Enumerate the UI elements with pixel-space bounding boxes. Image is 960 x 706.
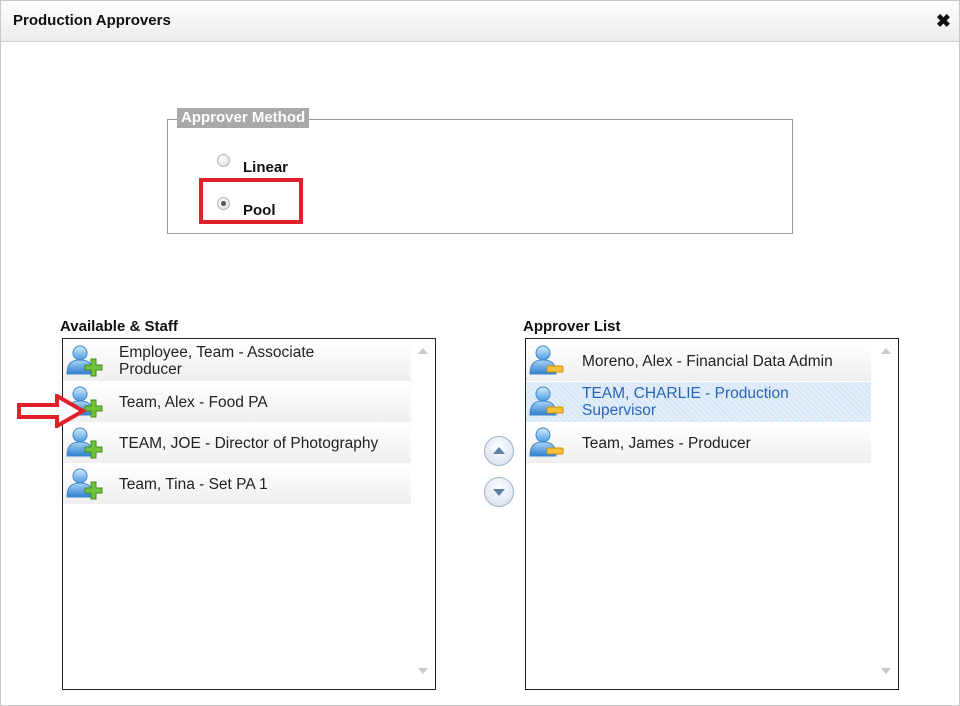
arrow-up-icon	[493, 447, 505, 454]
radio-linear[interactable]	[217, 154, 230, 167]
scroll-down-arrow[interactable]	[418, 668, 428, 674]
approver-list[interactable]: Moreno, Alex - Financial Data Admin TEAM…	[525, 338, 899, 690]
remove-user-icon	[526, 382, 564, 422]
pool-highlight-box	[199, 178, 303, 224]
scroll-up-arrow[interactable]	[418, 348, 428, 354]
available-staff-list[interactable]: Employee, Team - Associate Producer Team,…	[62, 338, 436, 690]
list-item[interactable]: Team, Alex - Food PA	[63, 382, 411, 422]
remove-user-icon	[526, 423, 564, 463]
list-item-label: Employee, Team - Associate Producer	[119, 344, 315, 378]
radio-option-linear[interactable]: Linear	[217, 145, 288, 176]
list-item[interactable]: Employee, Team - Associate Producer	[63, 341, 411, 381]
list-item-selected[interactable]: TEAM, CHARLIE - Production Supervisor	[526, 382, 871, 422]
add-user-icon	[63, 464, 103, 500]
scroll-up-arrow[interactable]	[881, 348, 891, 354]
scroll-down-arrow[interactable]	[881, 668, 891, 674]
list-item[interactable]: TEAM, JOE - Director of Photography	[63, 423, 411, 463]
list-item-label: Team, Tina - Set PA 1	[119, 475, 268, 493]
list-item-label: TEAM, CHARLIE - Production Supervisor	[582, 385, 789, 419]
arrow-down-icon	[493, 489, 505, 496]
available-staff-title: Available & Staff	[60, 318, 178, 335]
list-item-label: Team, James - Producer	[582, 434, 751, 452]
list-item-label: TEAM, JOE - Director of Photography	[119, 434, 379, 452]
move-up-button[interactable]	[484, 436, 514, 466]
approver-method-legend: Approver Method	[177, 108, 310, 128]
remove-user-icon	[526, 341, 564, 381]
close-icon[interactable]: ✖	[936, 11, 951, 32]
list-item-label: Moreno, Alex - Financial Data Admin	[582, 352, 833, 370]
red-arrow-annotation	[17, 394, 87, 428]
production-approvers-dialog: Production Approvers ✖ Approver Method L…	[0, 0, 960, 706]
radio-linear-label: Linear	[243, 159, 289, 176]
move-down-button[interactable]	[484, 477, 514, 507]
add-user-icon	[63, 423, 103, 459]
dialog-title: Production Approvers	[13, 12, 171, 29]
dialog-titlebar: Production Approvers ✖	[1, 1, 959, 42]
list-item[interactable]: Moreno, Alex - Financial Data Admin	[526, 341, 871, 381]
add-user-icon	[63, 341, 103, 377]
list-item-label: Team, Alex - Food PA	[119, 393, 268, 411]
list-item[interactable]: Team, James - Producer	[526, 423, 871, 463]
approver-list-title: Approver List	[523, 318, 621, 335]
list-item[interactable]: Team, Tina - Set PA 1	[63, 464, 411, 504]
